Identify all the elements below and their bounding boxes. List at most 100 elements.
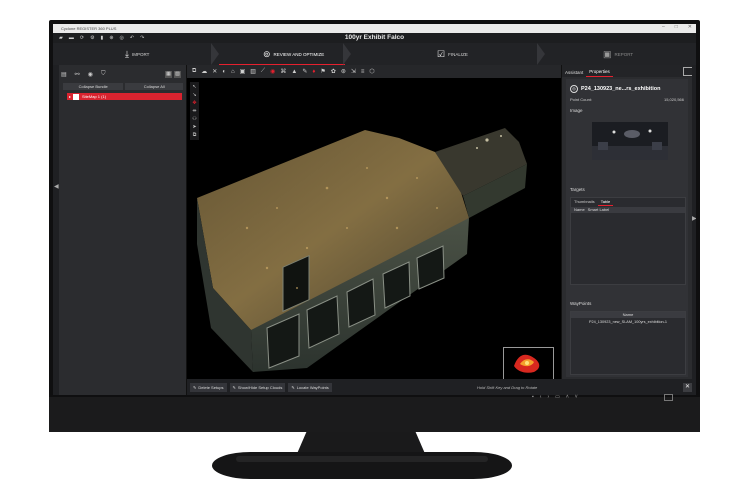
left-icon[interactable]: ‹ (540, 394, 542, 400)
import-icon: ⤓ (125, 48, 129, 59)
monitor-bezel (49, 397, 700, 432)
workflow-step-label: FINALIZE (448, 51, 468, 57)
workflow-divider (211, 43, 219, 65)
close-icon[interactable]: ✕ (683, 382, 692, 392)
properties-content: ◎ P24_130923_ne...rs_exhibition Point Co… (566, 79, 688, 377)
power-icon[interactable]: ▪ (532, 394, 534, 400)
cloud-icon[interactable]: ☁ (201, 68, 207, 75)
pencil-icon: ✎ (232, 384, 236, 390)
waypoint-row[interactable]: P24_130923_new_SLAM_100yrs_exhibition-1 (571, 320, 685, 324)
workflow-step-import[interactable]: ⤓ IMPORT (125, 43, 149, 65)
waypoints-panel: Name P24_130923_new_SLAM_100yrs_exhibiti… (570, 311, 686, 375)
measure-icon[interactable]: ⟋ (261, 68, 265, 75)
title-bar: Cyclone REGISTER 360 PLUS – □ ✕ (53, 24, 696, 33)
workflow-step-label: REVIEW AND OPTIMIZE (273, 51, 325, 57)
targets-section-label: Targets (570, 187, 585, 192)
list-icon[interactable]: ≡ (361, 69, 365, 75)
viewport-toolbar: ⧉ ☁ ✕ ◐ ⌂ ▣ ▥ ⟋ ◉ ⌘ ▲ ✎ ♦ ⚑ ✿ ⊛ ⇲ ≡ ⬡ (187, 65, 561, 78)
up-icon[interactable]: ˄ (566, 394, 569, 400)
column-name[interactable]: Name (574, 207, 585, 213)
settings-icon[interactable]: ✿ (331, 68, 336, 75)
window-controls: – □ ✕ (662, 24, 692, 30)
image-section-label: Image (570, 108, 583, 113)
document-title: 100yr Exhibit Falco (344, 34, 405, 41)
point-count-value: 15,020,566 (663, 97, 684, 102)
setup-cloud-preview (514, 354, 540, 373)
locate-waypoints-button[interactable]: ✎ Locate WayPoints (288, 382, 332, 392)
pencil-icon[interactable]: ✎ (302, 68, 307, 75)
collapse-all-button[interactable]: Collapse All (125, 83, 183, 90)
bottom-action-bar: ✎ Delete Setups ✎ Show/Hide Setup Clouds… (187, 379, 696, 395)
axis-icon[interactable]: ⇲ (351, 68, 356, 75)
link-icon[interactable]: ⚯ (75, 71, 80, 78)
tab-thumbnails[interactable]: Thumbnails (571, 198, 598, 206)
close-window-button[interactable]: ✕ (688, 24, 692, 30)
right-collapse-bar[interactable]: ▶ (692, 65, 696, 395)
show-hide-setup-clouds-button[interactable]: ✎ Show/Hide Setup Clouds (229, 382, 286, 392)
filter-icon[interactable]: ⛉ (101, 71, 106, 78)
right-icon[interactable]: › (547, 394, 549, 400)
cube-icon[interactable]: ⬡ (369, 68, 374, 75)
collapse-bundle-button[interactable]: Collapse Bundle (63, 83, 124, 90)
setup-image-preview (592, 122, 668, 160)
finalize-icon: ☑ (437, 48, 446, 59)
left-collapse-bar[interactable]: ◀ (53, 65, 59, 395)
pin-icon[interactable]: ♦ (312, 69, 315, 75)
chevron-left-icon[interactable]: ◀ (54, 183, 59, 190)
box-icon[interactable]: ▣ (240, 68, 246, 75)
down-icon[interactable]: ˅ (575, 394, 578, 400)
right-panel-tabs: Assistant Properties (562, 65, 696, 77)
target-icon[interactable]: ◉ (88, 71, 93, 78)
tree-item-sitemap[interactable]: ▸ SiteMap 1 (1) (67, 93, 182, 100)
record-icon[interactable]: ◉ (270, 68, 275, 75)
tab-assistant[interactable]: Assistant (562, 70, 586, 77)
map-pin-icon[interactable]: ⊛ (341, 68, 346, 75)
camera-icon[interactable]: ▲ (291, 69, 297, 75)
tag-icon[interactable]: ⌘ (280, 68, 286, 75)
expand-arrow-icon[interactable]: ▸ (69, 94, 71, 99)
locate-label: Locate WayPoints (296, 384, 329, 390)
targets-panel: Thumbnails Table Name Smart Label (570, 197, 686, 285)
expand-icon[interactable]: ▦ (165, 70, 172, 78)
waypoints-section-label: WayPoints (570, 301, 592, 306)
setup-image[interactable] (592, 122, 668, 160)
monitor-controls: ▪ ‹ › ▭ ˄ ˅ (532, 394, 578, 400)
monitor: Cyclone REGISTER 360 PLUS – □ ✕ ▰ ▬ ⟳ ⚙ … (49, 20, 700, 432)
report-icon: ▣ (603, 48, 612, 59)
workflow-divider (343, 43, 351, 65)
right-panel: Assistant Properties ◎ P24_130923_ne...r… (561, 65, 696, 379)
menu-icon[interactable]: ▭ (555, 394, 560, 400)
3d-viewport[interactable]: ⧉ ☁ ✕ ◐ ⌂ ▣ ▥ ⟋ ◉ ⌘ ▲ ✎ ♦ ⚑ ✿ ⊛ ⇲ ≡ ⬡ ↖ … (187, 65, 561, 395)
flag-icon[interactable]: ⚑ (320, 68, 325, 75)
chevron-right-icon[interactable]: ▶ (692, 215, 696, 222)
home-icon[interactable]: ⌂ (231, 69, 235, 75)
delete-setups-button[interactable]: ✎ Delete Setups (190, 382, 227, 392)
review-icon: ⊚ (263, 48, 271, 59)
tab-table[interactable]: Table (597, 198, 614, 206)
collapse-icon[interactable]: ▧ (174, 70, 181, 78)
workflow-step-report[interactable]: ▣ REPORT (603, 43, 633, 65)
tree-view-icon[interactable]: ▤ (61, 71, 67, 78)
quick-access-bar: ▰ ▬ ⟳ ⚙ ▮ ⊕ ◎ ↶ ↷ 100yr Exhibit Falco (53, 33, 696, 43)
minimize-button[interactable]: – (662, 24, 665, 30)
tools-icon[interactable]: ✕ (212, 68, 217, 75)
workflow-step-label: IMPORT (131, 51, 150, 57)
workflow-step-label: REPORT (614, 51, 634, 57)
targets-tabs: Thumbnails Table (571, 198, 614, 206)
workflow-step-finalize[interactable]: ☑ FINALIZE (437, 43, 468, 65)
column-smart-label[interactable]: Smart Label (588, 207, 610, 213)
waypoints-column-name[interactable]: Name (571, 312, 685, 318)
left-panel: ◀ ▤ ⚯ ◉ ⛉ ▦ ▧ Collapse Bundle Collapse A… (53, 65, 187, 395)
maximize-button[interactable]: □ (675, 24, 678, 30)
tab-properties[interactable]: Properties (586, 69, 613, 77)
workflow-step-review[interactable]: ⊚ REVIEW AND OPTIMIZE (263, 43, 324, 65)
power-button-icon[interactable] (664, 393, 673, 401)
grid-icon[interactable]: ▥ (250, 68, 256, 75)
show-hide-label: Show/Hide Setup Clouds (237, 384, 283, 390)
link-setups-icon[interactable]: ⧉ (192, 68, 196, 75)
visual-icon[interactable]: ◐ (222, 69, 226, 75)
left-toolbar: ▤ ⚯ ◉ ⛉ ▦ ▧ (61, 69, 183, 79)
point-count-label: Point Count: (570, 97, 593, 102)
setup-title: P24_130923_ne...rs_exhibition (581, 86, 661, 92)
tree-item-label: SiteMap 1 (1) (82, 94, 107, 99)
